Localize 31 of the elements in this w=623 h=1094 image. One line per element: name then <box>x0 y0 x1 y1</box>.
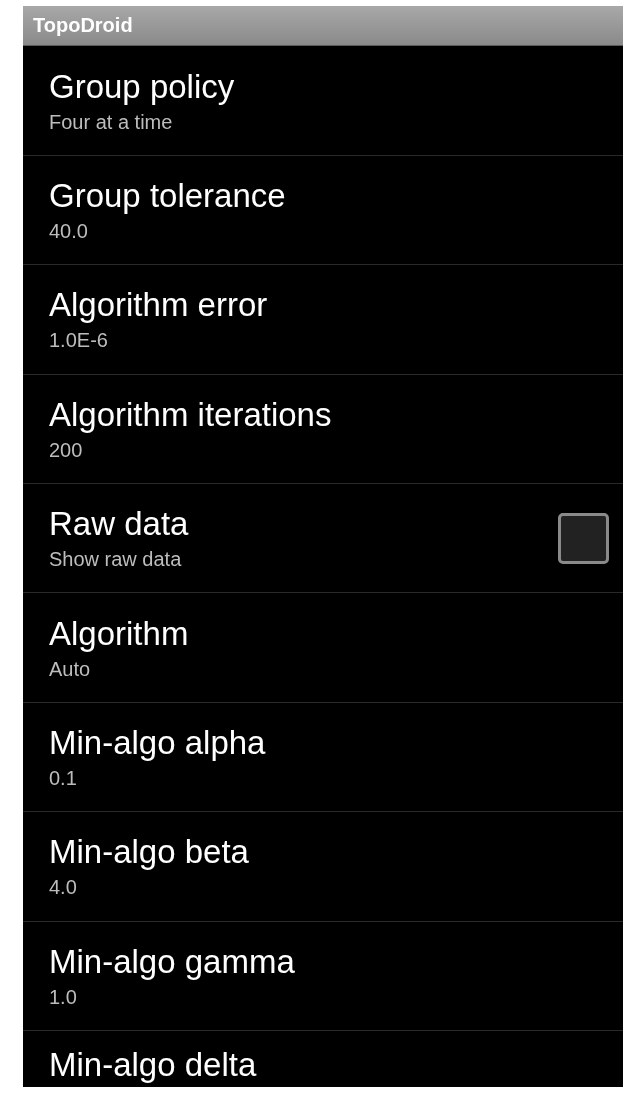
preference-title: Algorithm error <box>49 285 268 326</box>
preference-item[interactable]: Min-algo beta 4.0 <box>23 812 623 922</box>
preference-summary: Auto <box>49 656 92 682</box>
preference-summary: 200 <box>49 437 84 463</box>
preference-summary: 4.0 <box>49 875 78 901</box>
preference-title: Min-algo gamma <box>49 941 295 982</box>
preference-title: Algorithm iterations <box>49 394 332 435</box>
preference-item[interactable]: Min-algo delta <box>23 1031 623 1087</box>
preference-summary: Show raw data <box>49 547 183 573</box>
preference-title: Group policy <box>49 66 235 107</box>
preference-summary: 1.0 <box>49 984 78 1010</box>
preference-item[interactable]: Algorithm Auto <box>23 593 623 703</box>
preference-summary: 1.0E-6 <box>49 328 109 354</box>
preference-summary: 0.1 <box>49 766 78 791</box>
preference-summary: 40.0 <box>49 219 89 245</box>
preference-item[interactable]: Group tolerance 40.0 <box>23 155 623 266</box>
preference-title: Group tolerance <box>49 176 286 217</box>
preference-item[interactable]: Min-algo gamma 1.0 <box>23 921 623 1031</box>
preference-summary: Four at a time <box>49 109 174 135</box>
preference-title: Min-algo alpha <box>49 723 266 763</box>
preference-item[interactable]: Raw data Show raw data <box>23 484 623 594</box>
checkbox[interactable] <box>558 512 609 564</box>
app-title: TopoDroid <box>33 14 133 38</box>
preference-item[interactable]: Group policy Four at a time <box>23 46 623 156</box>
preference-item[interactable]: Algorithm iterations 200 <box>23 374 623 485</box>
preference-title: Algorithm <box>49 613 189 654</box>
preference-title: Min-algo beta <box>49 832 249 873</box>
preference-item[interactable]: Min-algo alpha 0.1 <box>23 702 623 813</box>
preference-title: Min-algo delta <box>49 1045 257 1085</box>
preference-title: Raw data <box>49 504 189 545</box>
preference-item[interactable]: Algorithm error 1.0E-6 <box>23 265 623 375</box>
